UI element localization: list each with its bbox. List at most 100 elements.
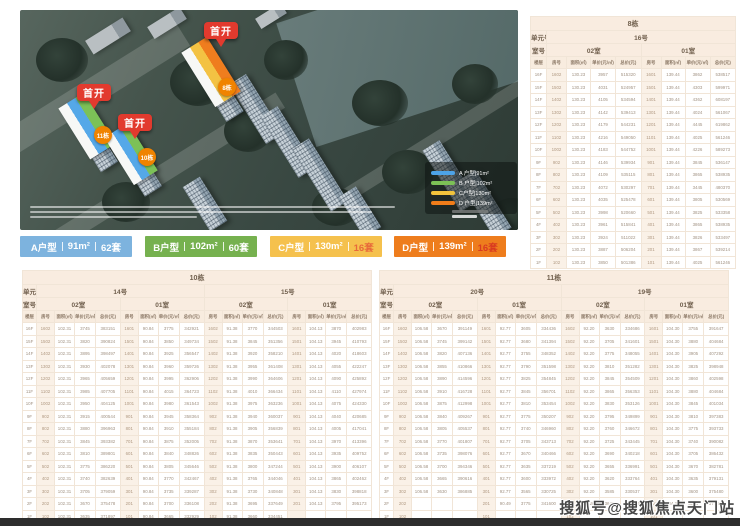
table-cell: 92.20 bbox=[579, 473, 599, 486]
table-cell: 104.30 bbox=[663, 460, 683, 473]
table-cell: 130.23 bbox=[567, 119, 591, 132]
table-row: 13F1302102.313930402078130190.8439603597… bbox=[23, 360, 372, 373]
table-cell: 2F bbox=[531, 244, 547, 257]
table-cell: 407705 bbox=[96, 385, 121, 398]
table-cell: 104.13 bbox=[306, 373, 326, 386]
table-cell: 106.58 bbox=[412, 423, 432, 436]
table-cell: 9F bbox=[531, 156, 547, 169]
table-header-cell: 房号 bbox=[645, 311, 663, 323]
table-cell: 4445 bbox=[685, 119, 710, 132]
table-row: 9F902102.31391540054490190.8439453583649… bbox=[23, 410, 372, 423]
table-header-cell: 总价(元) bbox=[536, 311, 561, 323]
table-cell bbox=[453, 498, 478, 511]
table-row: 8F802130.234109535115801139.443865538935 bbox=[531, 169, 736, 182]
table-cell: 1601 bbox=[645, 323, 663, 336]
table-cell: 353454 bbox=[536, 398, 561, 411]
table-cell: 3810 bbox=[515, 398, 536, 411]
table-header-cell: 单价(元/㎡) bbox=[432, 311, 453, 323]
legend-row: C户型|130m² bbox=[431, 189, 511, 197]
table-cell: 359726 bbox=[179, 360, 204, 373]
table-cell: 3895 bbox=[75, 348, 96, 361]
table-header-cell: 面积(㎡) bbox=[567, 57, 591, 69]
table-cell: 382639 bbox=[96, 473, 121, 486]
table-cell: 7F bbox=[531, 181, 547, 194]
table-cell: 1201 bbox=[641, 119, 661, 132]
table-cell: 1302 bbox=[547, 106, 567, 119]
table-cell: 416728 bbox=[453, 385, 478, 398]
table-cell: 358210 bbox=[263, 348, 288, 361]
table-cell: 104.30 bbox=[663, 398, 683, 411]
table-header-cell: 楼层 bbox=[23, 311, 37, 323]
table-cell: 92.20 bbox=[579, 485, 599, 498]
table-cell: 3935 bbox=[326, 448, 347, 461]
table-row: 13F1302130.2341425394131301139.444024561… bbox=[531, 106, 736, 119]
table-cell: 4109 bbox=[591, 169, 616, 182]
table-cell: 352005 bbox=[179, 435, 204, 448]
table-cell: 3700 bbox=[158, 498, 179, 511]
table-row: 2F202130.233887506204201139.443867539214 bbox=[531, 244, 736, 257]
table-header-cell: 房号 bbox=[37, 311, 55, 323]
table-header-cell: 面积(㎡) bbox=[412, 311, 432, 323]
table-cell: 561067 bbox=[710, 106, 736, 119]
table-cell: 402 bbox=[37, 473, 55, 486]
table-cell: 10F bbox=[531, 144, 547, 157]
table-cell: 340848 bbox=[263, 485, 288, 498]
table-cell: 12F bbox=[531, 119, 547, 132]
table-cell: 350443 bbox=[263, 448, 288, 461]
table-cell: 104.13 bbox=[306, 323, 326, 336]
table-header-cell: 11栋 bbox=[380, 271, 729, 285]
legend-swatch-c bbox=[431, 191, 455, 195]
table-cell: 92.77 bbox=[495, 373, 515, 386]
table-cell: 92.20 bbox=[579, 398, 599, 411]
table-row: 10F1002102.313950404125100190.8439803615… bbox=[23, 398, 372, 411]
table-cell: 3960 bbox=[158, 360, 179, 373]
table-header-cell: 总价(元) bbox=[620, 311, 645, 323]
table-row: 6F602106.58373539807660192.7736703404666… bbox=[380, 448, 729, 461]
legend-row: B 户型|102m² bbox=[431, 179, 511, 187]
table-cell: 1302 bbox=[204, 360, 222, 373]
table-cell: 3740 bbox=[515, 423, 536, 436]
price-table-building-11: 11栋单元号20号19号室号02室01室02室01室楼层房号面积(㎡)单价(元/… bbox=[379, 270, 728, 523]
table-cell: 102.31 bbox=[55, 335, 75, 348]
table-cell: 3862 bbox=[685, 69, 710, 82]
banner-type-label: D户型 bbox=[402, 240, 428, 254]
table-cell: 1002 bbox=[561, 398, 579, 411]
table-cell: 3670 bbox=[683, 460, 704, 473]
table-cell: 1102 bbox=[204, 385, 222, 398]
table-cell: 1101 bbox=[645, 385, 663, 398]
table-cell: 344503 bbox=[263, 323, 288, 336]
table-cell: 3705 bbox=[599, 335, 620, 348]
table-cell: 3835 bbox=[242, 448, 263, 461]
table-cell: 336108 bbox=[179, 498, 204, 511]
table-cell: 139.44 bbox=[661, 206, 685, 219]
table-cell: 1301 bbox=[120, 360, 138, 373]
table-header-cell: 室号 bbox=[380, 298, 394, 311]
price-table-building-8: 8栋单元号16号室号02室01室楼层房号面积(㎡)单价(元/㎡)总价(元)房号面… bbox=[530, 16, 735, 269]
table-cell: 520660 bbox=[616, 206, 642, 219]
table-cell: 3900 bbox=[326, 460, 347, 473]
table-row: 13F1302106.583855410866130192.7737903515… bbox=[380, 360, 729, 373]
trees bbox=[452, 64, 498, 104]
table-cell: 393733 bbox=[704, 423, 729, 436]
table-cell: 701 bbox=[477, 435, 495, 448]
table-cell: 538935 bbox=[710, 219, 736, 232]
table-cell: 3905 bbox=[683, 348, 704, 361]
table-cell: 130.23 bbox=[567, 81, 591, 94]
table-cell: 104.30 bbox=[663, 373, 683, 386]
table-cell: 525478 bbox=[616, 194, 642, 207]
table-cell: 391149 bbox=[453, 323, 478, 336]
table-cell: 1101 bbox=[120, 385, 138, 398]
table-cell: 5F bbox=[23, 460, 37, 473]
table-cell: 102.31 bbox=[55, 473, 75, 486]
table-cell: 502 bbox=[394, 460, 412, 473]
table-cell: 90.84 bbox=[138, 473, 158, 486]
table-cell: 301 bbox=[477, 485, 495, 498]
banner-type-d: D户型 139m² 16套 bbox=[394, 236, 506, 257]
table-cell: 12F bbox=[380, 373, 394, 386]
table-cell: 382781 bbox=[704, 460, 729, 473]
table-cell: 3755 bbox=[683, 323, 704, 336]
table-cell: 544231 bbox=[616, 119, 642, 132]
table-header-cell: 房号 bbox=[477, 311, 495, 323]
table-cell: 3800 bbox=[242, 460, 263, 473]
table-cell: 3725 bbox=[599, 435, 620, 448]
